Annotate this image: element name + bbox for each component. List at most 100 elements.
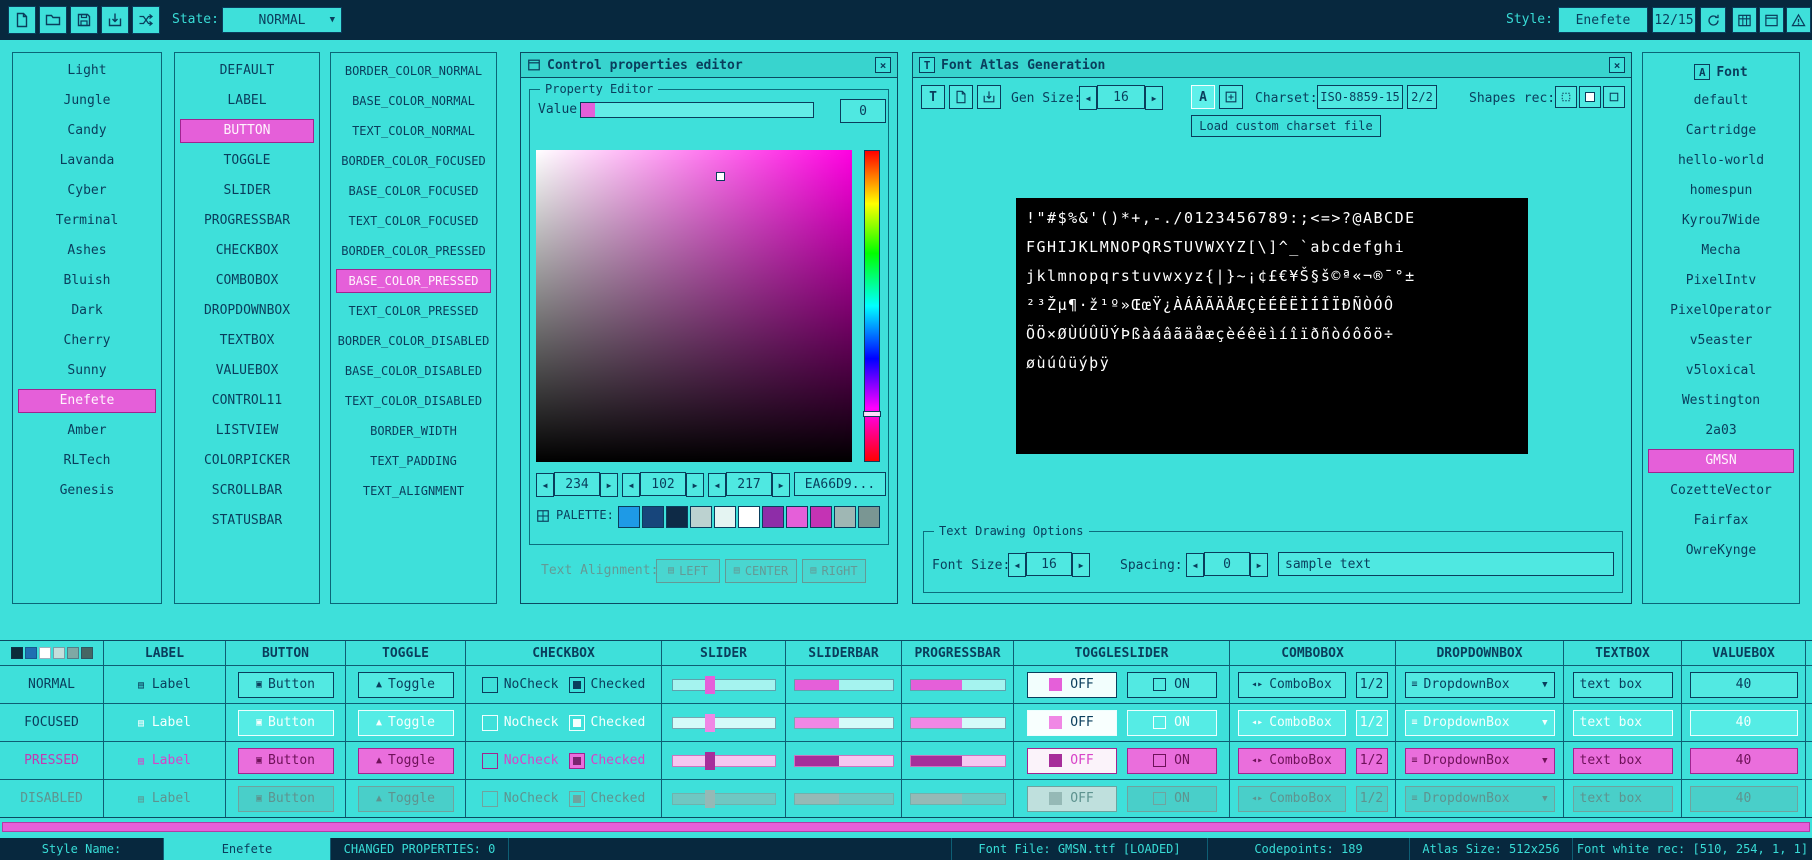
demo-checkbox-unchecked[interactable]: NoCheck xyxy=(482,753,559,769)
align-center-button[interactable]: ▤CENTER xyxy=(725,559,797,583)
green-increment-button[interactable]: ▶ xyxy=(686,473,704,497)
theme-item-cherry[interactable]: Cherry xyxy=(18,329,156,353)
font-item-2a03[interactable]: 2a03 xyxy=(1648,419,1794,443)
spacing-value[interactable]: 0 xyxy=(1204,552,1250,576)
demo-slider[interactable] xyxy=(672,679,776,691)
slider-knob[interactable] xyxy=(705,790,715,808)
theme-item-rltech[interactable]: RLTech xyxy=(18,449,156,473)
font-item-mecha[interactable]: Mecha xyxy=(1648,239,1794,263)
demo-slider[interactable] xyxy=(672,717,776,729)
focused-toggleslider-cell[interactable]: OFF ON xyxy=(1014,704,1230,741)
property-item-base-color-normal[interactable]: BASE_COLOR_NORMAL xyxy=(336,89,491,113)
style-table-button[interactable] xyxy=(1732,7,1757,33)
focused-sliderbar-cell[interactable] xyxy=(786,704,902,741)
green-value[interactable]: 102 xyxy=(640,472,686,496)
palette-color-9[interactable] xyxy=(834,506,856,528)
theme-item-candy[interactable]: Candy xyxy=(18,119,156,143)
property-item-text-padding[interactable]: TEXT_PADDING xyxy=(336,449,491,473)
checkbox-box-checked[interactable] xyxy=(569,753,585,769)
property-item-text-color-focused[interactable]: TEXT_COLOR_FOCUSED xyxy=(336,209,491,233)
gen-size-value[interactable]: 16 xyxy=(1097,85,1145,109)
shapes-rec-snap-button[interactable] xyxy=(1555,86,1577,108)
disabled-sliderbar-cell[interactable] xyxy=(786,780,902,817)
theme-item-enefete[interactable]: Enefete xyxy=(18,389,156,413)
sample-text-input[interactable]: sample text xyxy=(1278,552,1614,576)
font-item-pixeloperator[interactable]: PixelOperator xyxy=(1648,299,1794,323)
palette-color-1[interactable] xyxy=(642,506,664,528)
disabled-slider-cell[interactable] xyxy=(662,780,786,817)
palette-color-7[interactable] xyxy=(786,506,808,528)
color-picker-panel[interactable] xyxy=(536,150,852,462)
control-item-dropdownbox[interactable]: DROPDOWNBOX xyxy=(180,299,314,323)
font-size-decrement-button[interactable]: ◀ xyxy=(1008,553,1026,577)
font-item-pixelintv[interactable]: PixelIntv xyxy=(1648,269,1794,293)
pressed-valuebox-cell[interactable]: 40 xyxy=(1682,742,1806,779)
green-decrement-button[interactable]: ◀ xyxy=(622,473,640,497)
demo-toggle-slider-off[interactable]: OFF xyxy=(1027,710,1117,736)
demo-checkbox-checked[interactable]: Checked xyxy=(569,715,646,731)
font-size-value[interactable]: 16 xyxy=(1026,552,1072,576)
checkbox-box[interactable] xyxy=(482,753,498,769)
blue-increment-button[interactable]: ▶ xyxy=(772,473,790,497)
blue-decrement-button[interactable]: ◀ xyxy=(708,473,726,497)
property-item-text-color-pressed[interactable]: TEXT_COLOR_PRESSED xyxy=(336,299,491,323)
status-style-name[interactable]: Enefete xyxy=(163,838,330,860)
property-item-border-color-pressed[interactable]: BORDER_COLOR_PRESSED xyxy=(336,239,491,263)
palette-color-0[interactable] xyxy=(618,506,640,528)
control-properties-titlebar[interactable]: Control properties editor × xyxy=(521,53,897,78)
disabled-button-cell[interactable]: ▣Button xyxy=(226,780,346,817)
theme-item-amber[interactable]: Amber xyxy=(18,419,156,443)
palette-color-3[interactable] xyxy=(690,506,712,528)
demo-toggle[interactable]: ▲Toggle xyxy=(358,710,454,736)
font-item-v5easter[interactable]: v5easter xyxy=(1648,329,1794,353)
theme-item-sunny[interactable]: Sunny xyxy=(18,359,156,383)
property-item-border-width[interactable]: BORDER_WIDTH xyxy=(336,419,491,443)
demo-sliderbar[interactable] xyxy=(794,717,894,729)
demo-toggle[interactable]: ▲Toggle xyxy=(358,786,454,812)
normal-sliderbar-cell[interactable] xyxy=(786,666,902,703)
pressed-toggle-cell[interactable]: ▲Toggle xyxy=(346,742,466,779)
demo-slider[interactable] xyxy=(672,793,776,805)
demo-slider[interactable] xyxy=(672,755,776,767)
random-style-button[interactable] xyxy=(132,6,160,34)
control-item-toggle[interactable]: TOGGLE xyxy=(180,149,314,173)
theme-item-lavanda[interactable]: Lavanda xyxy=(18,149,156,173)
color-picker-cursor[interactable] xyxy=(716,172,725,181)
font-atlas-titlebar[interactable]: T Font Atlas Generation × xyxy=(913,53,1631,78)
font-item-homespun[interactable]: homespun xyxy=(1648,179,1794,203)
demo-toggle[interactable]: ▲Toggle xyxy=(358,748,454,774)
open-style-button[interactable] xyxy=(39,6,67,34)
palette-color-4[interactable] xyxy=(714,506,736,528)
font-item-hello-world[interactable]: hello-world xyxy=(1648,149,1794,173)
property-item-border-color-disabled[interactable]: BORDER_COLOR_DISABLED xyxy=(336,329,491,353)
pressed-checkbox-cell[interactable]: NoCheckChecked xyxy=(466,742,662,779)
property-item-text-alignment[interactable]: TEXT_ALIGNMENT xyxy=(336,479,491,503)
font-item-gmsn[interactable]: GMSN xyxy=(1648,449,1794,473)
property-item-text-color-disabled[interactable]: TEXT_COLOR_DISABLED xyxy=(336,389,491,413)
control-item-scrollbar[interactable]: SCROLLBAR xyxy=(180,479,314,503)
export-style-button[interactable] xyxy=(101,6,129,34)
palette-color-2[interactable] xyxy=(666,506,688,528)
theme-item-light[interactable]: Light xyxy=(18,59,156,83)
hue-bar[interactable] xyxy=(864,150,880,462)
demo-combobox[interactable]: ◂▸ComboBox xyxy=(1238,786,1346,812)
demo-toggle[interactable]: ▲Toggle xyxy=(358,672,454,698)
pressed-combobox-cell[interactable]: ◂▸ComboBox1/2 xyxy=(1230,742,1396,779)
generate-atlas-button[interactable]: T xyxy=(921,85,945,109)
checkbox-box[interactable] xyxy=(482,791,498,807)
control-item-button[interactable]: BUTTON xyxy=(180,119,314,143)
focused-dropdownbox-cell[interactable]: ≡DropdownBox▼ xyxy=(1396,704,1564,741)
demo-combobox[interactable]: ◂▸ComboBox xyxy=(1238,710,1346,736)
charset-value-box[interactable]: ISO-8859-15 xyxy=(1317,85,1403,109)
close-icon[interactable]: × xyxy=(1609,57,1625,73)
value-slider[interactable] xyxy=(580,102,814,118)
control-item-listview[interactable]: LISTVIEW xyxy=(180,419,314,443)
reload-style-button[interactable] xyxy=(1700,7,1726,33)
property-item-border-color-focused[interactable]: BORDER_COLOR_FOCUSED xyxy=(336,149,491,173)
normal-toggleslider-cell[interactable]: OFFON xyxy=(1014,666,1230,703)
demo-toggle-slider-on[interactable]: ON xyxy=(1127,710,1217,736)
theme-item-bluish[interactable]: Bluish xyxy=(18,269,156,293)
clear-rec-button[interactable] xyxy=(1603,86,1625,108)
state-dropdown[interactable]: NORMAL ▼ xyxy=(222,7,342,33)
demo-button[interactable]: ▣Button xyxy=(238,748,334,774)
